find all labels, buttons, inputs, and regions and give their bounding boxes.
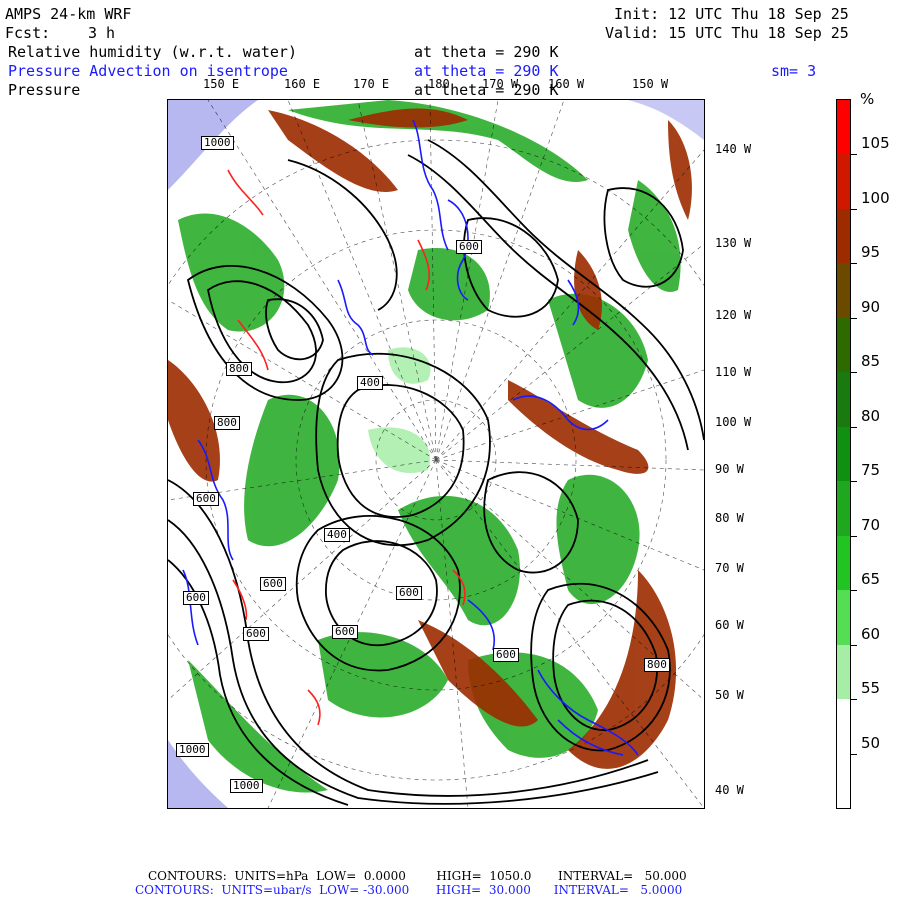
- colorbar-tick: [851, 699, 857, 701]
- contour-label: 600: [183, 591, 209, 605]
- colorbar-label: 60: [861, 624, 881, 643]
- contour-label: 600: [456, 240, 482, 254]
- colorbar-tick: [851, 590, 857, 592]
- lon-label-top: 160 E: [284, 77, 321, 91]
- ocean-region: [628, 100, 704, 140]
- colorbar-segment: [837, 753, 850, 809]
- colorbar-label: 65: [861, 570, 881, 589]
- lon-label-right: 140 W: [715, 142, 752, 156]
- colorbar-label: 100: [861, 188, 890, 207]
- contour-label: 400: [357, 376, 383, 390]
- colorbar-segment: [837, 699, 850, 755]
- colorbar-segment: [837, 317, 850, 373]
- colorbar-segment: [837, 535, 850, 591]
- colorbar-segment: [837, 644, 850, 700]
- colorbar: [836, 99, 851, 809]
- lon-label-right: 130 W: [715, 236, 752, 250]
- colorbar-tick: [851, 535, 857, 537]
- contour-label: 600: [332, 625, 358, 639]
- contour-label: 800: [644, 658, 670, 672]
- colorbar-segment: [837, 208, 850, 264]
- colorbar-label: 105: [861, 134, 890, 153]
- lon-label-top: 170 E: [353, 77, 390, 91]
- colorbar-segment: [837, 426, 850, 482]
- colorbar-segment: [837, 481, 850, 537]
- colorbar-tick: [851, 317, 857, 319]
- contour-label: 1000: [230, 779, 263, 793]
- colorbar-tick: [851, 208, 857, 210]
- contour-label: 600: [260, 577, 286, 591]
- lon-label-top: 150 W: [632, 77, 669, 91]
- contour-label: 800: [226, 362, 252, 376]
- colorbar-segment: [837, 372, 850, 428]
- contour-label: 800: [214, 416, 240, 430]
- lon-label-right: 70 W: [715, 561, 744, 575]
- init-time: Init: 12 UTC Thu 18 Sep 25: [614, 5, 849, 23]
- lon-label-right: 60 W: [715, 618, 744, 632]
- lon-label-top: 180: [428, 77, 450, 91]
- contour-label: 600: [396, 586, 422, 600]
- lon-label-right: 50 W: [715, 688, 744, 702]
- field2-name: Pressure Advection on isentrope: [8, 62, 288, 80]
- field1-level: at theta = 290 K: [414, 43, 559, 61]
- map-graphics: [168, 100, 704, 808]
- map-panel: 1000 600 800 400 800 400 600 600 600 600…: [167, 99, 705, 809]
- valid-time: Valid: 15 UTC Thu 18 Sep 25: [605, 24, 849, 42]
- colorbar-tick: [851, 263, 857, 265]
- colorbar-tick: [851, 154, 857, 156]
- lon-label-right: 40 W: [715, 783, 744, 797]
- colorbar-label: 70: [861, 515, 881, 534]
- field1-name: Relative humidity (w.r.t. water): [8, 43, 297, 61]
- colorbar-label: 75: [861, 461, 881, 480]
- colorbar-segment: [837, 590, 850, 646]
- colorbar-segment: [837, 263, 850, 319]
- colorbar-tick: [851, 426, 857, 428]
- contour-label: 400: [324, 528, 350, 542]
- lon-label-top: 150 E: [203, 77, 240, 91]
- lon-label-right: 80 W: [715, 511, 744, 525]
- contour-label: 1000: [201, 136, 234, 150]
- field3-name: Pressure: [8, 81, 81, 99]
- colorbar-label: 55: [861, 679, 881, 698]
- contour-label: 1000: [176, 743, 209, 757]
- lon-label-top: 160 W: [548, 77, 585, 91]
- colorbar-segment: [837, 100, 850, 155]
- colorbar-tick: [851, 481, 857, 483]
- lon-label-right: 90 W: [715, 462, 744, 476]
- forecast-label: Fcst:: [5, 24, 51, 42]
- colorbar-tick: [851, 372, 857, 374]
- colorbar-label: 50: [861, 733, 881, 752]
- footer-contours-advection: CONTOURS: UNITS=ubar/s LOW= -30.000 HIGH…: [135, 883, 683, 897]
- forecast-hour: 3 h: [88, 24, 116, 42]
- colorbar-label: 95: [861, 243, 881, 262]
- contour-label: 600: [493, 648, 519, 662]
- field2-smoothing: sm= 3: [771, 62, 817, 80]
- colorbar-label: 90: [861, 297, 881, 316]
- colorbar-unit: %: [860, 90, 875, 108]
- lon-label-right: 120 W: [715, 308, 752, 322]
- colorbar-label: 80: [861, 406, 881, 425]
- lon-label-right: 100 W: [715, 415, 752, 429]
- lon-label-right: 110 W: [715, 365, 752, 379]
- lon-label-top: 170 W: [482, 77, 519, 91]
- colorbar-tick: [851, 753, 857, 755]
- model-title: AMPS 24-km WRF: [5, 5, 132, 23]
- colorbar-label: 85: [861, 352, 881, 371]
- colorbar-tick: [851, 644, 857, 646]
- contour-label: 600: [193, 492, 219, 506]
- colorbar-segment: [837, 154, 850, 210]
- contour-label: 600: [243, 627, 269, 641]
